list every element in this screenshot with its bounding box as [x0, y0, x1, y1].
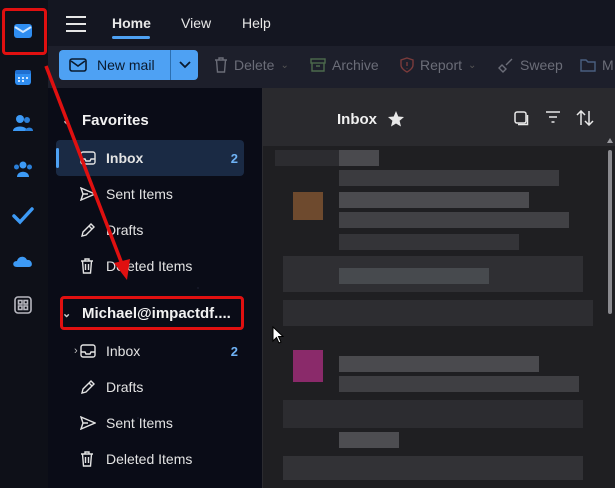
annotation-arrow	[44, 65, 130, 280]
mouse-cursor-icon	[272, 326, 284, 344]
